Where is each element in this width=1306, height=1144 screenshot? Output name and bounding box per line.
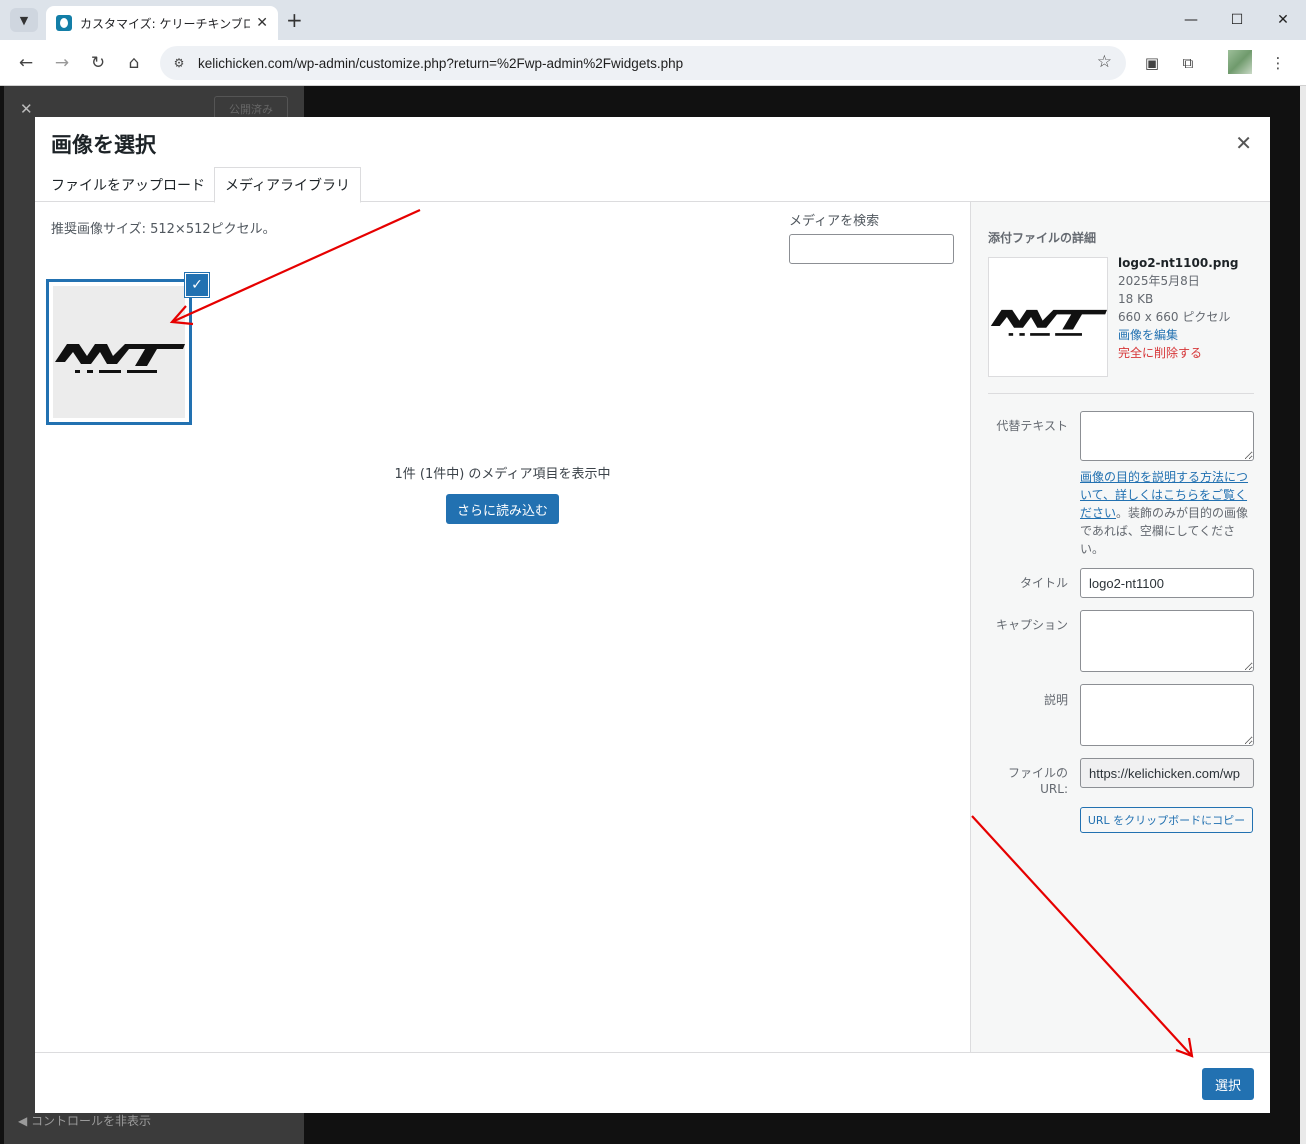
browser-tabstrip: ▼ カスタマイズ: ケリーチキンブログ | ケリ ✕ + — ☐ ✕ <box>0 0 1306 40</box>
attachment-filename: logo2-nt1100.png <box>1118 256 1239 270</box>
hide-controls-label: コントロールを非表示 <box>31 1114 152 1128</box>
bookmark-star-icon[interactable]: ☆ <box>1097 52 1112 72</box>
delete-permanently-link[interactable]: 完全に削除する <box>1118 344 1238 362</box>
reload-icon[interactable]: ↻ <box>86 51 110 75</box>
title-label: タイトル <box>1019 576 1068 590</box>
minimize-icon[interactable]: — <box>1168 0 1214 40</box>
tab-manager-icon[interactable]: ▣ <box>1140 51 1164 75</box>
description-field[interactable] <box>1080 684 1254 746</box>
suggested-size-text: 推奨画像サイズ: 512×512ピクセル。 <box>51 222 276 237</box>
favicon-icon <box>56 15 72 31</box>
select-button[interactable]: 選択 <box>1202 1068 1254 1100</box>
home-icon[interactable]: ⌂ <box>122 51 146 75</box>
file-url-field[interactable]: https://kelichicken.com/wp <box>1080 758 1254 788</box>
new-tab-icon[interactable]: + <box>286 8 303 32</box>
attachments-browser: 推奨画像サイズ: 512×512ピクセル。 メディアを検索 ✓ 1件 (1件中)… <box>35 202 970 1052</box>
title-field[interactable]: logo2-nt1100 <box>1080 568 1254 598</box>
nt-logo-preview-icon <box>990 309 1107 336</box>
tab-upload-files[interactable]: ファイルをアップロード <box>41 167 215 202</box>
site-info-icon[interactable]: ⚙ <box>168 52 190 74</box>
attachment-filesize: 18 KB <box>1118 292 1154 306</box>
window-controls: — ☐ ✕ <box>1168 0 1306 40</box>
browser-toolbar: ← → ↻ ⌂ ⚙ kelichicken.com/wp-admin/custo… <box>0 40 1306 86</box>
copy-url-button[interactable]: URL をクリップボードにコピー <box>1080 807 1253 833</box>
modal-title: 画像を選択 <box>51 133 156 157</box>
maximize-icon[interactable]: ☐ <box>1214 0 1260 40</box>
caption-field[interactable] <box>1080 610 1254 672</box>
address-bar[interactable]: ⚙ kelichicken.com/wp-admin/customize.php… <box>160 46 1126 80</box>
tab-search-icon[interactable]: ▼ <box>10 8 38 32</box>
close-window-icon[interactable]: ✕ <box>1260 0 1306 40</box>
attachment-dimensions: 660 x 660 ピクセル <box>1118 310 1231 324</box>
nt-logo-icon <box>55 344 185 373</box>
edit-image-link[interactable]: 画像を編集 <box>1118 326 1238 344</box>
media-modal: 画像を選択 ✕ ファイルをアップロード メディアライブラリ 推奨画像サイズ: 5… <box>35 117 1270 1113</box>
attachment-details-heading: 添付ファイルの詳細 <box>988 231 1097 245</box>
back-icon[interactable]: ← <box>14 51 38 75</box>
alt-text-help: 画像の目的を説明する方法について、詳しくはこちらをご覧ください。装飾のみが目的の… <box>1080 468 1254 558</box>
alt-text-label: 代替テキスト <box>996 419 1068 433</box>
extensions-icon[interactable]: ⧉ <box>1176 51 1200 75</box>
profile-avatar[interactable] <box>1228 50 1252 74</box>
media-count-text: 1件 (1件中) のメディア項目を表示中 <box>394 467 611 482</box>
customizer-close-icon[interactable]: ✕ <box>20 100 33 118</box>
tab-media-library[interactable]: メディアライブラリ <box>214 167 362 203</box>
attachment-preview <box>988 257 1108 377</box>
media-router: ファイルをアップロード メディアライブラリ <box>35 167 1270 203</box>
menu-icon[interactable]: ⋮ <box>1266 51 1290 75</box>
selected-check-icon[interactable]: ✓ <box>185 273 209 297</box>
attachment-meta: logo2-nt1100.png 2025年5月8日 18 KB 660 x 6… <box>1118 254 1238 362</box>
load-more-button[interactable]: さらに読み込む <box>446 494 559 524</box>
tab-close-icon[interactable]: ✕ <box>256 15 268 31</box>
browser-tab[interactable]: カスタマイズ: ケリーチキンブログ | ケリ ✕ <box>46 6 278 40</box>
forward-icon[interactable]: → <box>50 51 74 75</box>
caption-label: キャプション <box>995 618 1068 632</box>
attachment-details-sidebar: 添付ファイルの詳細 logo2-nt1100.png 2025年5月8日 18 … <box>970 202 1270 1052</box>
modal-close-icon[interactable]: ✕ <box>1235 131 1252 155</box>
modal-toolbar: 選択 <box>35 1052 1270 1113</box>
tab-title: カスタマイズ: ケリーチキンブログ | ケリ <box>80 16 251 31</box>
attachment-thumbnail[interactable]: ✓ <box>46 273 209 425</box>
media-search-input[interactable] <box>789 234 954 264</box>
url-text: kelichicken.com/wp-admin/customize.php?r… <box>198 55 684 71</box>
file-url-label: ファイルの URL: <box>1007 766 1068 796</box>
thumbnail-image <box>53 286 185 418</box>
hide-controls-button[interactable]: ◀ コントロールを非表示 <box>18 1112 151 1129</box>
attachment-date: 2025年5月8日 <box>1118 274 1200 288</box>
divider <box>988 393 1254 394</box>
page-scrollbar[interactable] <box>1300 86 1306 1144</box>
search-label: メディアを検索 <box>789 214 880 229</box>
alt-text-field[interactable] <box>1080 411 1254 461</box>
description-label: 説明 <box>1043 693 1068 707</box>
